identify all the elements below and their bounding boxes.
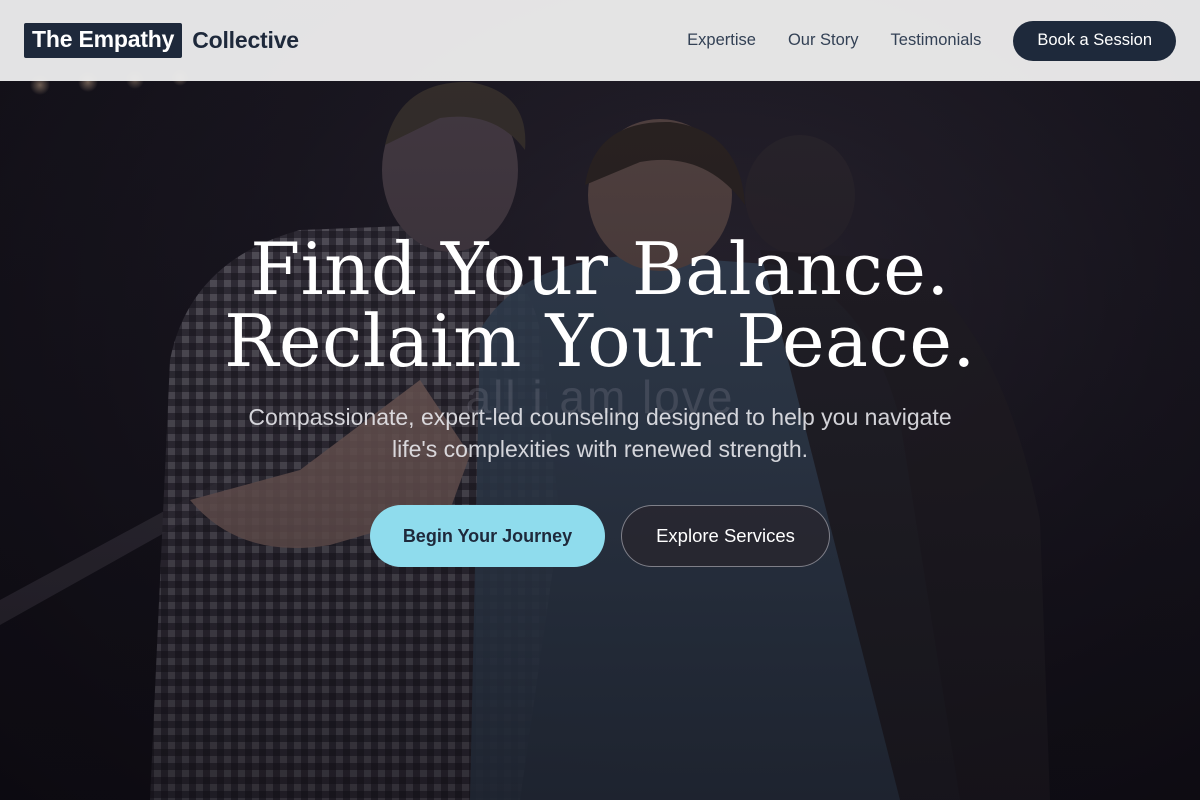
book-session-button[interactable]: Book a Session [1013, 20, 1176, 61]
nav-link-our-story[interactable]: Our Story [788, 31, 859, 50]
headline-line-2: Reclaim Your Peace. [224, 299, 976, 383]
brand-name-rest: Collective [192, 27, 299, 53]
headline-line-1: Find Your Balance. [250, 227, 950, 311]
nav-link-expertise[interactable]: Expertise [687, 31, 756, 50]
hero-subtext: Compassionate, expert-led counseling des… [248, 404, 952, 462]
begin-journey-button[interactable]: Begin Your Journey [370, 505, 605, 567]
nav-link-testimonials[interactable]: Testimonials [891, 31, 982, 50]
top-navbar: The Empathy Collective Expertise Our Sto… [0, 0, 1200, 81]
hero-actions: Begin Your Journey Explore Services [0, 505, 1200, 567]
brand-logo[interactable]: The Empathy Collective [24, 23, 299, 58]
hero-headline: Find Your Balance. Reclaim Your Peace. [0, 233, 1200, 377]
explore-services-button[interactable]: Explore Services [621, 505, 830, 567]
main-nav: Expertise Our Story Testimonials Book a … [687, 20, 1176, 61]
hero-section: all i am love Find Your Balance. Reclaim… [0, 0, 1200, 800]
brand-name-highlight: The Empathy [24, 23, 183, 58]
